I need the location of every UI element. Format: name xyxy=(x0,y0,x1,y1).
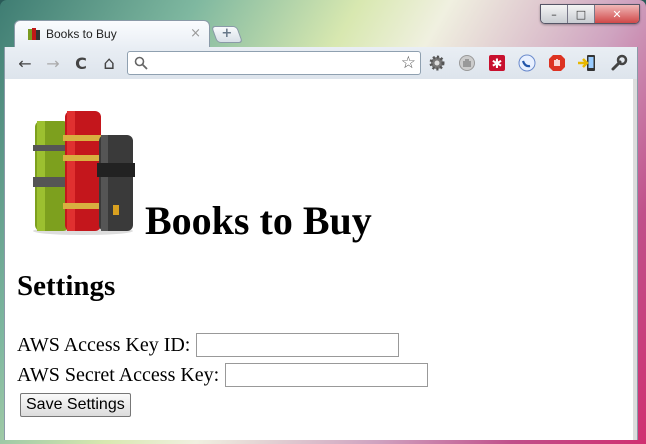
plus-icon: + xyxy=(221,26,233,41)
site-title: Books to Buy xyxy=(145,198,372,243)
gear-icon[interactable] xyxy=(427,53,447,73)
tab-close-icon[interactable]: × xyxy=(190,26,201,41)
tab-books-to-buy[interactable]: Books to Buy × xyxy=(14,20,210,48)
exit-icon[interactable] xyxy=(577,53,597,73)
browser-toolbar: ← → C ⌂ ☆ ✱ xyxy=(4,47,638,79)
close-window-button[interactable]: ✕ xyxy=(594,5,639,23)
secret-key-input[interactable] xyxy=(225,363,429,387)
minimize-button[interactable]: – xyxy=(541,5,567,23)
forward-arrow-icon[interactable]: → xyxy=(43,53,63,73)
page-content: Books to Buy Settings AWS Access Key ID:… xyxy=(4,79,638,440)
shield-icon[interactable] xyxy=(457,53,477,73)
maximize-button[interactable]: □ xyxy=(567,5,594,23)
access-key-row: AWS Access Key ID: xyxy=(17,333,400,357)
secret-key-row: AWS Secret Access Key: xyxy=(17,363,429,387)
books-favicon-icon xyxy=(28,28,40,40)
browser-window: – □ ✕ Books to Buy × + ← → C ⌂ ☆ ✱ Books… xyxy=(0,0,646,444)
adblock-icon[interactable] xyxy=(547,53,567,73)
secret-key-label: AWS Secret Access Key: xyxy=(17,364,220,386)
settings-heading: Settings xyxy=(17,270,116,302)
lastpass-icon[interactable]: ✱ xyxy=(487,53,507,73)
bookmark-star-icon[interactable]: ☆ xyxy=(401,53,416,73)
books-logo-icon xyxy=(33,111,135,235)
reload-icon[interactable]: C xyxy=(71,53,91,73)
new-tab-button[interactable]: + xyxy=(210,26,244,43)
scrollbar[interactable] xyxy=(633,79,637,440)
back-arrow-icon[interactable]: ← xyxy=(15,53,35,73)
svg-text:✱: ✱ xyxy=(492,57,503,72)
access-key-label: AWS Access Key ID: xyxy=(17,334,191,356)
address-input[interactable] xyxy=(152,54,396,74)
address-bar[interactable]: ☆ xyxy=(127,51,421,75)
tab-title: Books to Buy xyxy=(46,27,117,41)
save-settings-button[interactable]: Save Settings xyxy=(20,393,131,417)
wrench-icon[interactable] xyxy=(609,53,629,73)
home-icon[interactable]: ⌂ xyxy=(99,53,119,74)
window-controls: – □ ✕ xyxy=(540,4,640,24)
phone-icon[interactable] xyxy=(517,53,537,73)
access-key-input[interactable] xyxy=(196,333,400,357)
search-icon xyxy=(134,56,148,70)
